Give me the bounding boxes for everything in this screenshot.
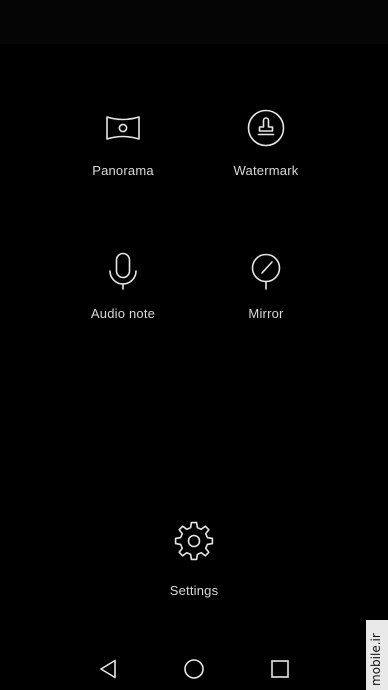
- site-watermark-text: mobile.ir: [369, 633, 383, 686]
- audio-note-mode-button[interactable]: Audio note: [53, 251, 193, 341]
- audio-note-label: Audio note: [90, 306, 156, 321]
- recents-button[interactable]: [268, 657, 292, 681]
- home-button[interactable]: [182, 657, 206, 681]
- watermark-label: Watermark: [233, 163, 299, 178]
- navigation-bar: [0, 645, 388, 690]
- settings-button[interactable]: Settings: [124, 521, 264, 611]
- mirror-label: Mirror: [248, 306, 284, 321]
- panorama-icon: [103, 108, 143, 148]
- triangle-back-icon: [96, 657, 120, 681]
- circle-home-icon: [182, 657, 206, 681]
- watermark-mode-button[interactable]: Watermark: [196, 108, 336, 198]
- mirror-icon: [246, 251, 286, 291]
- square-recents-icon: [268, 657, 292, 681]
- status-bar: [0, 0, 388, 44]
- site-watermark: mobile.ir: [366, 620, 388, 690]
- mirror-mode-button[interactable]: Mirror: [196, 251, 336, 341]
- stamp-icon: [246, 108, 286, 148]
- settings-label: Settings: [169, 583, 219, 598]
- gear-icon: [174, 521, 214, 561]
- panorama-label: Panorama: [92, 163, 154, 178]
- panorama-mode-button[interactable]: Panorama: [53, 108, 193, 198]
- back-button[interactable]: [96, 657, 120, 681]
- microphone-icon: [103, 251, 143, 291]
